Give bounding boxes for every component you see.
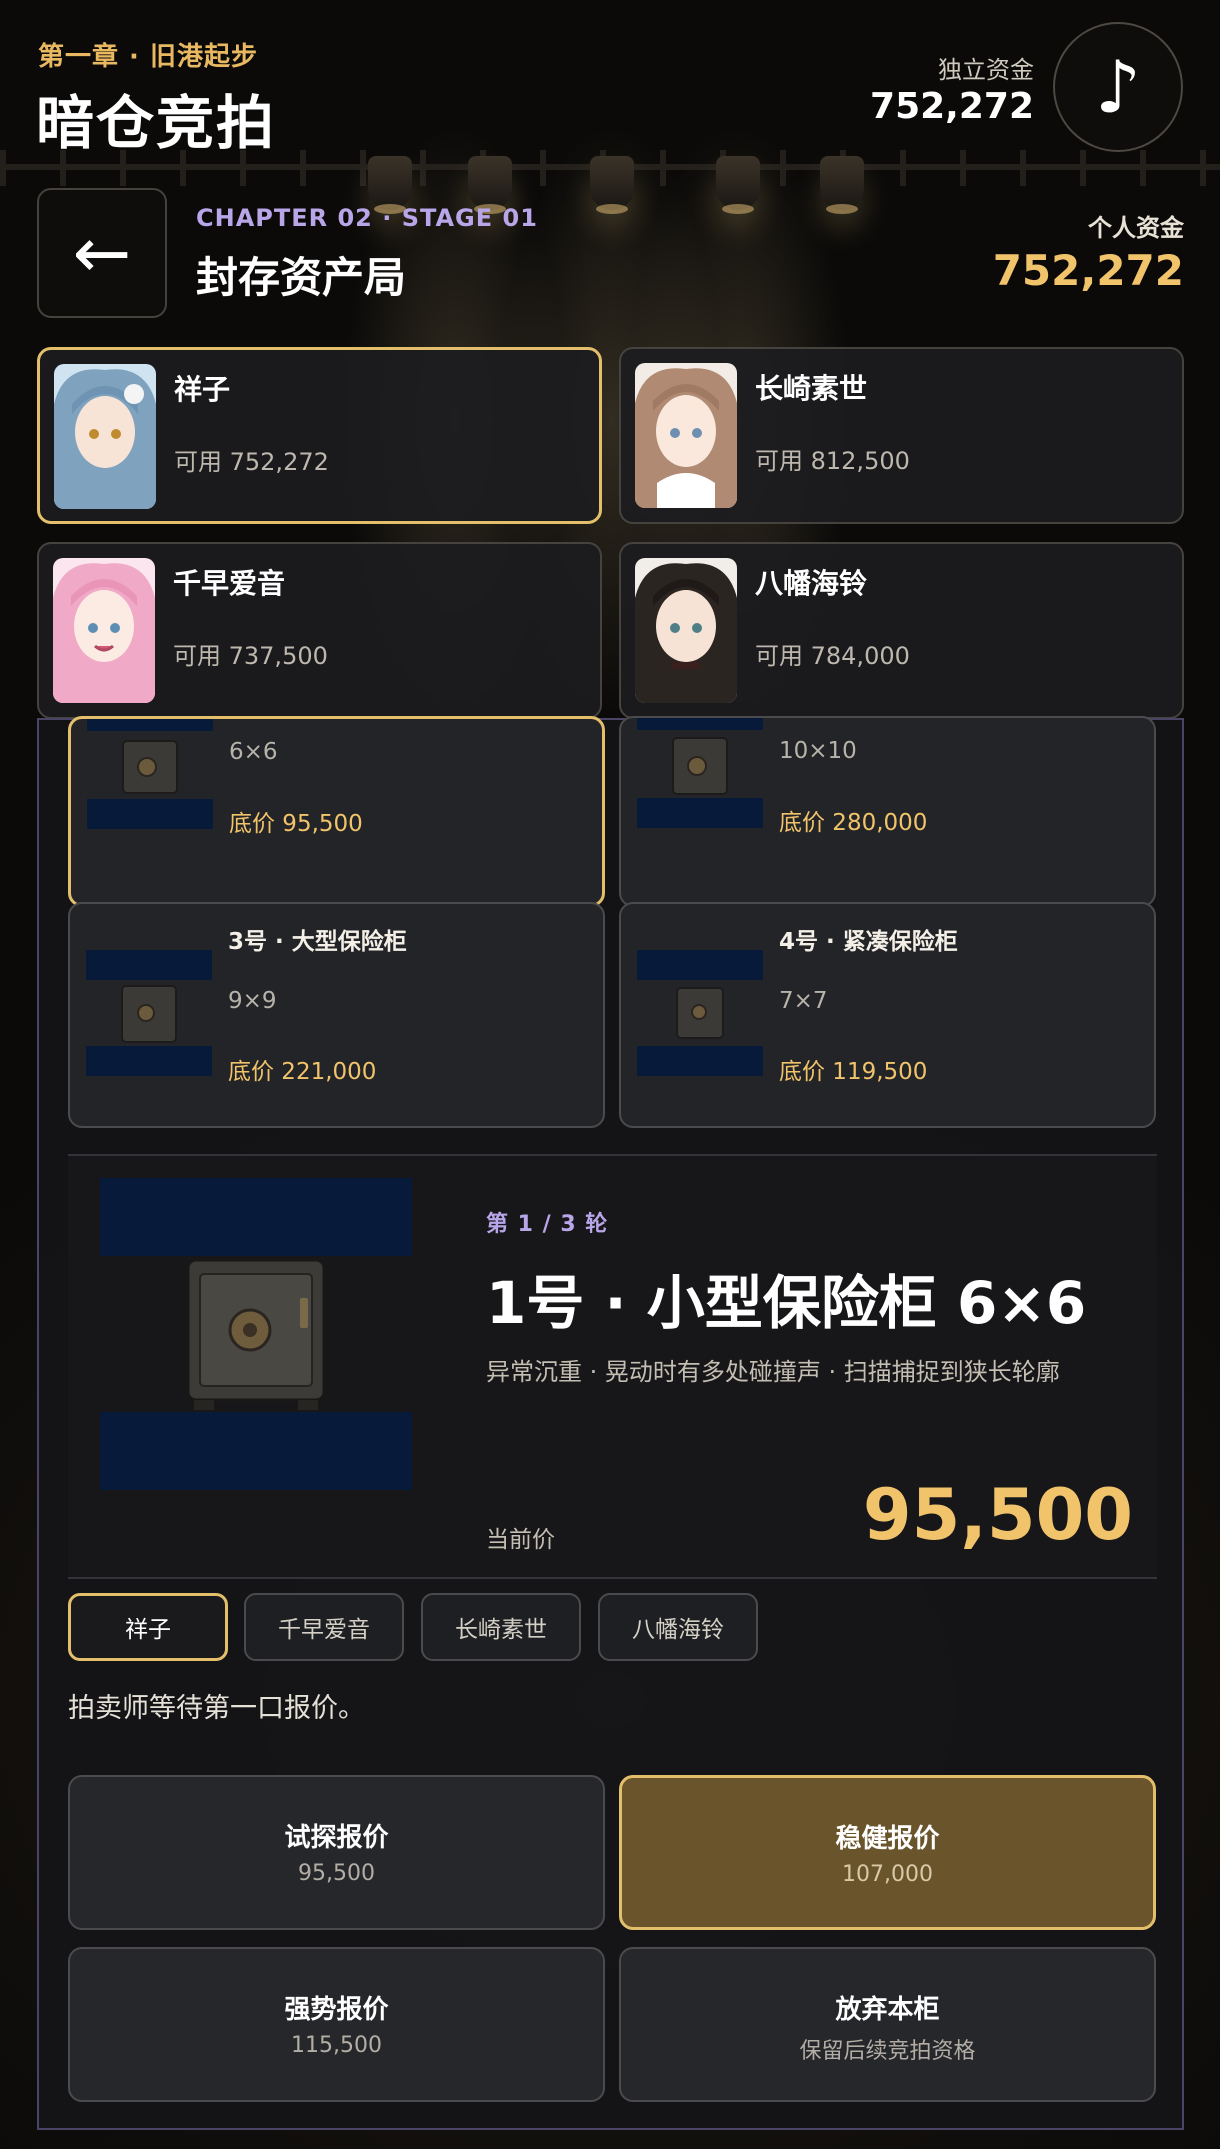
independent-funds-value: 752,272 [870,86,1034,127]
lot-card-3[interactable]: 3号 · 大型保险柜 9×9 底价 221,000 [68,902,605,1128]
lot-card-2[interactable]: 10×10 底价 280,000 [619,716,1156,907]
player-card-anon[interactable]: 千早爱音 可用 737,500 [37,542,602,719]
featured-lot-title: 1号 · 小型保险柜 6×6 [486,1269,1087,1337]
spotlight-icon [820,156,864,214]
avatar [635,558,737,703]
player-card-sakiko[interactable]: 祥子 可用 752,272 [37,347,602,524]
lot-base-price: 底价 95,500 [229,811,363,837]
action-note: 保留后续竞拍资格 [799,2039,976,2064]
action-title: 稳健报价 [835,1824,940,1854]
round-indicator: 第 1 / 3 轮 [486,1212,609,1237]
bidder-tab-umiri[interactable]: 八幡海铃 [598,1593,758,1661]
lot-size: 9×9 [228,988,277,1014]
spotlight-icon [468,156,512,214]
action-title: 试探报价 [284,1823,389,1853]
lot-size: 6×6 [229,739,278,765]
auction-panel: 6×6 底价 95,500 10×10 底价 280,000 3号 · 大型保险… [37,716,1184,2130]
personal-funds-label: 个人资金 [1088,214,1184,242]
lot-name: 3号 · 大型保险柜 [228,929,407,955]
lot-card-4[interactable]: 4号 · 紧凑保险柜 7×7 底价 119,500 [619,902,1156,1128]
lot-size: 7×7 [779,988,828,1014]
action-amount: 107,000 [842,1862,933,1887]
steady-bid-button[interactable]: 稳健报价 107,000 [619,1775,1156,1930]
strong-bid-button[interactable]: 强势报价 115,500 [68,1947,605,2102]
action-title: 强势报价 [284,1995,389,2025]
lot-base-price: 底价 280,000 [779,810,928,836]
featured-lot: 第 1 / 3 轮 1号 · 小型保险柜 6×6 异常沉重 · 晃动时有多处碰撞… [68,1154,1157,1579]
forfeit-lot-button[interactable]: 放弃本柜 保留后续竞拍资格 [619,1947,1156,2102]
auctioneer-message: 拍卖师等待第一口报价。 [68,1693,365,1724]
avatar [53,558,155,703]
safe-thumbnail [637,718,763,828]
stage-name: 封存资产局 [196,253,407,302]
lot-base-price: 底价 221,000 [228,1059,377,1085]
player-available-funds: 可用 752,272 [174,448,329,476]
player-available-funds: 可用 784,000 [755,642,910,670]
personal-funds-value: 752,272 [992,246,1184,295]
player-card-soyo[interactable]: 长崎素世 可用 812,500 [619,347,1184,524]
avatar [635,363,737,508]
chapter-label: 第一章 · 旧港起步 [38,42,258,72]
player-card-umiri[interactable]: 八幡海铃 可用 784,000 [619,542,1184,719]
player-name: 祥子 [174,373,231,406]
lot-size: 10×10 [779,738,857,764]
featured-safe-image [100,1178,412,1490]
player-available-funds: 可用 812,500 [755,447,910,475]
safe-thumbnail [87,719,213,829]
spotlight-icon [716,156,760,214]
action-amount: 115,500 [291,2033,382,2058]
current-price: 95,500 [862,1474,1133,1556]
player-name: 长崎素世 [755,372,868,405]
arrow-left-icon: ← [72,212,132,294]
music-button[interactable]: ♪ [1053,22,1183,152]
stage-code: CHAPTER 02 · STAGE 01 [196,204,538,232]
action-title: 放弃本柜 [835,1995,940,2025]
safe-thumbnail [86,950,212,1076]
spotlight-icon [590,156,634,214]
player-available-funds: 可用 737,500 [173,642,328,670]
player-name: 八幡海铃 [755,567,868,600]
bidder-tab-anon[interactable]: 千早爱音 [244,1593,404,1661]
safe-thumbnail [637,950,763,1076]
page-title: 暗仓竞拍 [36,89,277,157]
back-button[interactable]: ← [37,188,167,318]
avatar [54,364,156,509]
lot-base-price: 底价 119,500 [779,1059,928,1085]
bidder-tab-soyo[interactable]: 长崎素世 [421,1593,581,1661]
action-amount: 95,500 [298,1861,375,1886]
music-note-icon: ♪ [1095,45,1141,129]
spotlight-icon [368,156,412,214]
bidder-tab-sakiko[interactable]: 祥子 [68,1593,228,1661]
current-price-label: 当前价 [486,1527,555,1553]
player-name: 千早爱音 [173,567,286,600]
independent-funds-label: 独立资金 [938,56,1034,84]
probe-bid-button[interactable]: 试探报价 95,500 [68,1775,605,1930]
lot-card-1[interactable]: 6×6 底价 95,500 [68,716,605,907]
lot-name: 4号 · 紧凑保险柜 [779,929,958,955]
featured-lot-description: 异常沉重 · 晃动时有多处碰撞声 · 扫描捕捉到狭长轮廓 [486,1358,1060,1386]
